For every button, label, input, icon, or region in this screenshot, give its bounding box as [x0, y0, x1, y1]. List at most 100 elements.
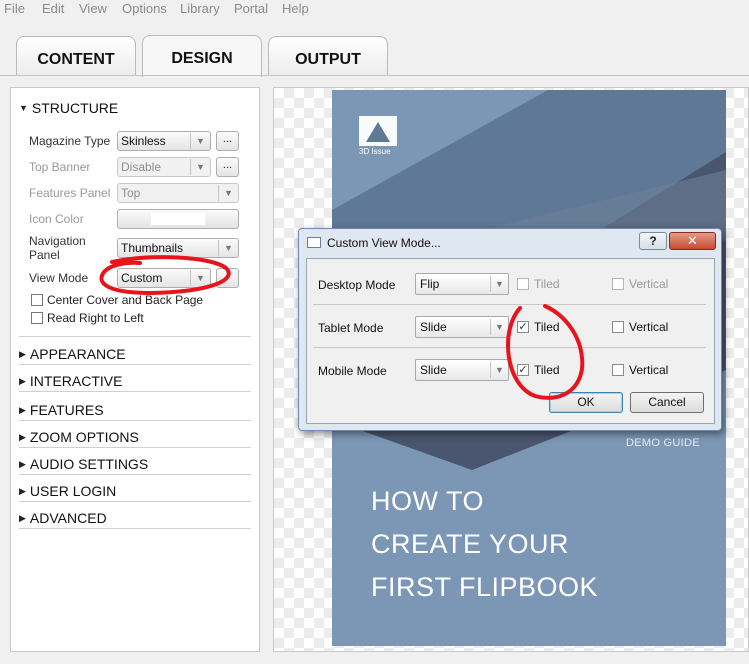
triangle-right-icon: ▶	[19, 432, 26, 442]
ok-button[interactable]: OK	[549, 392, 623, 413]
menu-help[interactable]: Help	[282, 1, 309, 16]
view-mode-select[interactable]: Custom ▼	[117, 268, 211, 288]
cover-title-line-1: HOW TO	[371, 486, 485, 516]
menu-library[interactable]: Library	[180, 1, 220, 16]
tablet-mode-select[interactable]: Slide ▼	[415, 316, 509, 338]
triangle-down-icon: ▼	[19, 103, 28, 113]
mobile-mode-select[interactable]: Slide ▼	[415, 359, 509, 381]
cancel-button[interactable]: Cancel	[630, 392, 704, 413]
triangle-right-icon: ▶	[19, 349, 26, 359]
tab-divider	[0, 75, 749, 76]
cover-title-line-2: CREATE YOUR	[371, 529, 570, 559]
section-interactive[interactable]: ▶ INTERACTIVE	[19, 373, 123, 389]
divider	[19, 528, 251, 529]
chevron-down-icon: ▼	[218, 240, 238, 256]
dialog-body: Desktop Mode Flip ▼ Tiled Vertical Table…	[306, 258, 715, 424]
mobile-tiled-checkbox[interactable]: ✓	[517, 364, 529, 376]
desktop-mode-select[interactable]: Flip ▼	[415, 273, 509, 295]
tab-output[interactable]: OUTPUT	[268, 36, 388, 76]
triangle-right-icon: ▶	[19, 486, 26, 496]
features-panel-label: Features Panel	[29, 186, 111, 200]
desktop-vertical-checkbox[interactable]	[612, 278, 624, 290]
menu-view[interactable]: View	[79, 1, 107, 16]
divider	[19, 364, 251, 365]
mobile-vertical-label: Vertical	[629, 363, 669, 377]
close-button[interactable]: ✕	[669, 232, 716, 250]
section-user-login[interactable]: ▶ USER LOGIN	[19, 483, 116, 499]
chevron-down-icon: ▼	[490, 319, 508, 335]
menu-bar: File Edit View Options Library Portal He…	[0, 0, 749, 18]
triangle-right-icon: ▶	[19, 513, 26, 523]
center-cover-label: Center Cover and Back Page	[47, 293, 204, 307]
tablet-vertical-checkbox[interactable]	[612, 321, 624, 333]
view-mode-label: View Mode	[29, 271, 89, 285]
triangle-right-icon: ▶	[19, 405, 26, 415]
chevron-down-icon: ▼	[190, 270, 210, 286]
menu-file[interactable]: File	[4, 1, 25, 16]
divider	[313, 347, 706, 348]
help-button[interactable]: ?	[639, 232, 667, 250]
divider	[19, 391, 251, 392]
chevron-down-icon: ▼	[218, 185, 238, 201]
magazine-type-label: Magazine Type	[29, 134, 111, 148]
magazine-type-select[interactable]: Skinless ▼	[117, 131, 211, 151]
desktop-tiled-checkbox[interactable]	[517, 278, 529, 290]
divider	[19, 336, 251, 337]
divider	[19, 447, 251, 448]
section-zoom-options[interactable]: ▶ ZOOM OPTIONS	[19, 429, 139, 445]
section-appearance[interactable]: ▶ APPEARANCE	[19, 346, 126, 362]
view-mode-more-button[interactable]	[216, 268, 239, 288]
read-right-to-left-label: Read Right to Left	[47, 311, 144, 325]
top-banner-more-button[interactable]: ...	[216, 157, 239, 177]
chevron-down-icon: ▼	[490, 362, 508, 378]
top-banner-select[interactable]: Disable ▼	[117, 157, 211, 177]
top-banner-label: Top Banner	[29, 160, 91, 174]
mobile-tiled-label: Tiled	[534, 363, 560, 377]
dialog-titlebar[interactable]: Custom View Mode... ? ✕	[299, 229, 721, 255]
checkmark-icon: ✓	[518, 364, 528, 376]
tablet-tiled-checkbox[interactable]: ✓	[517, 321, 529, 333]
mobile-vertical-checkbox[interactable]	[612, 364, 624, 376]
section-structure[interactable]: ▼ STRUCTURE	[19, 100, 118, 116]
chevron-down-icon: ▼	[190, 159, 210, 175]
section-audio-settings[interactable]: ▶ AUDIO SETTINGS	[19, 456, 148, 472]
chevron-down-icon: ▼	[490, 276, 508, 292]
checkmark-icon: ✓	[518, 321, 528, 333]
divider	[19, 420, 251, 421]
section-advanced[interactable]: ▶ ADVANCED	[19, 510, 107, 526]
custom-view-mode-dialog: Custom View Mode... ? ✕ Desktop Mode Fli…	[298, 228, 722, 431]
magazine-type-more-button[interactable]: ...	[216, 131, 239, 151]
dialog-title: Custom View Mode...	[327, 236, 441, 250]
tablet-vertical-label: Vertical	[629, 320, 669, 334]
icon-color-button[interactable]	[117, 209, 239, 229]
section-features[interactable]: ▶ FEATURES	[19, 402, 104, 418]
navigation-panel-select[interactable]: Thumbnails ▼	[117, 238, 239, 258]
icon-color-label: Icon Color	[29, 212, 84, 226]
center-cover-checkbox[interactable]	[31, 294, 43, 306]
triangle-right-icon: ▶	[19, 459, 26, 469]
divider	[19, 474, 251, 475]
features-panel-select[interactable]: Top ▼	[117, 183, 239, 203]
menu-portal[interactable]: Portal	[234, 1, 268, 16]
chevron-down-icon: ▼	[190, 133, 210, 149]
mobile-mode-label: Mobile Mode	[318, 364, 387, 378]
triangle-right-icon: ▶	[19, 376, 26, 386]
demo-guide-label: DEMO GUIDE	[626, 437, 700, 449]
logo-text: 3D Issue	[359, 147, 391, 156]
menu-edit[interactable]: Edit	[42, 1, 64, 16]
desktop-vertical-label: Vertical	[629, 277, 669, 291]
window-icon	[307, 237, 321, 248]
tablet-tiled-label: Tiled	[534, 320, 560, 334]
desktop-tiled-label: Tiled	[534, 277, 560, 291]
divider	[19, 501, 251, 502]
tab-design[interactable]: DESIGN	[142, 35, 262, 77]
navigation-panel-label: Navigation Panel	[29, 234, 86, 262]
tab-content[interactable]: CONTENT	[16, 36, 136, 76]
menu-options[interactable]: Options	[122, 1, 167, 16]
tablet-mode-label: Tablet Mode	[318, 321, 384, 335]
cover-title-line-3: FIRST FLIPBOOK	[371, 572, 599, 602]
desktop-mode-label: Desktop Mode	[318, 278, 396, 292]
read-right-to-left-checkbox[interactable]	[31, 312, 43, 324]
color-swatch	[151, 213, 205, 225]
design-settings-panel: ▼ STRUCTURE Magazine Type Skinless ▼ ... …	[10, 87, 260, 652]
